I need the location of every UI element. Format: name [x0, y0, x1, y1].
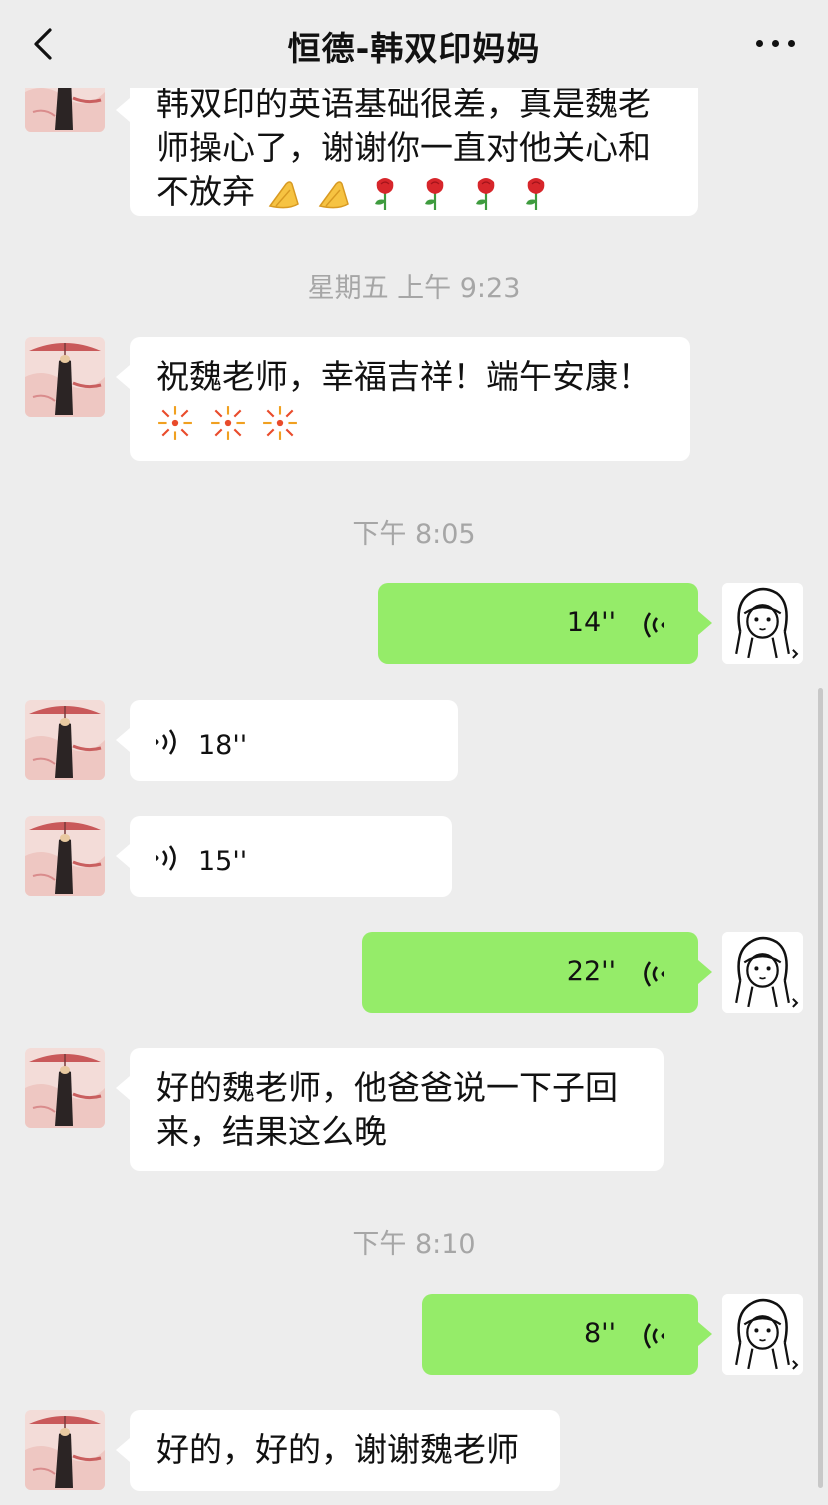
dot	[772, 40, 779, 47]
contact-avatar-image	[25, 1048, 105, 1128]
my-avatar-image	[722, 932, 803, 1013]
scrollbar[interactable]	[818, 688, 823, 1488]
rose-icon	[417, 176, 453, 212]
contact-avatar-image	[25, 337, 105, 417]
incoming-text-message[interactable]: 好的魏老师，他爸爸说一下子回 来，结果这么晚	[116, 1048, 664, 1171]
rose-icon	[518, 176, 554, 212]
incoming-text-message[interactable]: 好的，好的，谢谢魏老师	[116, 1410, 560, 1491]
timestamp: 下午 8:05	[352, 519, 476, 550]
message-text: 祝魏老师，幸福吉祥！端午安康！	[156, 357, 651, 396]
outgoing-voice-message[interactable]: 14''	[378, 583, 712, 664]
message-text: 来，结果这么晚	[156, 1112, 387, 1151]
voice-duration: 8''	[583, 1318, 616, 1349]
my-avatar[interactable]	[722, 932, 803, 1013]
voice-wave-icon	[638, 958, 668, 990]
contact-avatar-image	[25, 816, 105, 896]
rose-icon	[367, 176, 403, 212]
fireworks-icon	[209, 404, 247, 442]
timestamp: 下午 8:10	[352, 1229, 476, 1260]
chat-title: 恒德-韩双印妈妈	[287, 29, 541, 68]
contact-avatar[interactable]	[25, 700, 105, 780]
incoming-text-message[interactable]: 韩双印的英语基础很差，真是魏老 师操心了，谢谢你一直对他关心和 不放弃	[116, 70, 698, 216]
voice-duration: 18''	[198, 730, 248, 761]
contact-avatar[interactable]	[25, 816, 105, 896]
contact-avatar[interactable]	[25, 1410, 105, 1490]
incoming-voice-message[interactable]: 18''	[116, 700, 458, 781]
my-avatar[interactable]	[722, 583, 803, 664]
voice-duration: 14''	[566, 607, 616, 638]
message-text: 不放弃	[156, 172, 255, 211]
timestamp: 星期五 上午 9:23	[307, 273, 521, 304]
message-text: 好的，好的，谢谢魏老师	[156, 1430, 519, 1469]
voice-duration: 22''	[566, 956, 616, 987]
my-avatar-image	[722, 1294, 803, 1375]
my-avatar-image	[722, 583, 803, 664]
fireworks-icon	[261, 404, 299, 442]
top-navigation-bar: 恒德-韩双印妈妈	[0, 0, 828, 88]
chat-area: 韩双印的英语基础很差，真是魏老 师操心了，谢谢你一直对他关心和 不放弃 星期五 …	[0, 0, 828, 1505]
message-text: 韩双印的英语基础很差，真是魏老	[156, 84, 651, 123]
praying-hands-icon	[266, 176, 302, 212]
dot	[788, 40, 795, 47]
emoji-row	[156, 399, 664, 443]
message-line: 不放弃	[156, 170, 672, 214]
rose-icon	[468, 176, 504, 212]
my-avatar[interactable]	[722, 1294, 803, 1375]
voice-wave-icon	[152, 842, 182, 874]
praying-hands-icon	[316, 176, 352, 212]
message-text: 好的魏老师，他爸爸说一下子回	[156, 1068, 618, 1107]
incoming-text-message[interactable]: 祝魏老师，幸福吉祥！端午安康！	[116, 337, 690, 461]
outgoing-voice-message[interactable]: 8''	[422, 1294, 712, 1375]
voice-wave-icon	[638, 609, 668, 641]
voice-duration: 15''	[198, 846, 248, 877]
contact-avatar-image	[25, 1410, 105, 1490]
message-text: 师操心了，谢谢你一直对他关心和	[156, 128, 651, 167]
contact-avatar[interactable]	[25, 1048, 105, 1128]
dot	[756, 40, 763, 47]
fireworks-icon	[156, 404, 194, 442]
contact-avatar-image	[25, 700, 105, 780]
outgoing-voice-message[interactable]: 22''	[362, 932, 712, 1013]
voice-wave-icon	[152, 726, 182, 758]
more-dots-icon[interactable]	[754, 30, 798, 56]
voice-wave-icon	[638, 1320, 668, 1352]
incoming-voice-message[interactable]: 15''	[116, 816, 452, 897]
contact-avatar[interactable]	[25, 337, 105, 417]
